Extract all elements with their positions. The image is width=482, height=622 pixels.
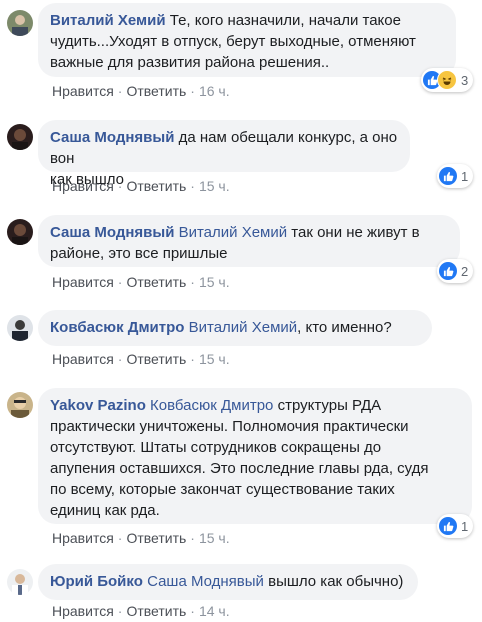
comment-author[interactable]: Ковбасюк Дмитро (50, 319, 184, 336)
like-icon (439, 167, 457, 185)
comment-text: по всему, которые закончат существование… (50, 481, 395, 498)
comment-bubble: Юрий Бойко Саша Моднявый вышло как обычн… (38, 564, 418, 600)
comment-timestamp[interactable]: 14 ч. (199, 603, 230, 619)
mention-link[interactable]: Ковбасюк Дмитро (150, 397, 273, 414)
comment-timestamp[interactable]: 15 ч. (199, 530, 230, 546)
avatar[interactable] (7, 392, 33, 418)
avatar[interactable] (7, 124, 33, 150)
separator: · (190, 351, 195, 367)
like-icon (439, 517, 457, 535)
comment-text: , кто именно? (297, 319, 392, 336)
separator: · (190, 178, 195, 194)
comment-author[interactable]: Yakov Pazino (50, 397, 146, 414)
comment-bubble: Виталий Хемий Те, кого назначили, начали… (38, 3, 456, 77)
comment-text: единиц как рда. (50, 502, 160, 519)
like-link[interactable]: Нравится (52, 530, 114, 546)
separator: · (117, 603, 123, 619)
separator: · (117, 351, 123, 367)
reply-link[interactable]: Ответить (126, 83, 186, 99)
comment-text: так они не живут в (291, 224, 420, 241)
comment-author[interactable]: Саша Моднявый (50, 129, 174, 146)
comment-bubble: Саша Моднявый да нам обещали конкурс, а … (38, 120, 410, 188)
comment-actions: Нравится · Ответить · 15 ч. (52, 351, 230, 367)
like-link[interactable]: Нравится (52, 603, 114, 619)
reaction-summary[interactable]: 3 (421, 68, 474, 92)
comment-timestamp[interactable]: 15 ч. (199, 274, 230, 290)
reaction-count: 2 (461, 263, 469, 279)
mention-link[interactable]: Виталий Хемий (189, 319, 298, 336)
reaction-summary[interactable]: 2 (437, 259, 474, 283)
separator: · (117, 83, 123, 99)
separator: · (117, 530, 123, 546)
separator: · (117, 178, 123, 194)
comment-timestamp[interactable]: 15 ч. (199, 351, 230, 367)
separator: · (190, 603, 195, 619)
reaction-count: 3 (461, 72, 469, 88)
like-link[interactable]: Нравится (52, 351, 114, 367)
comment-text: апупения оставшихся. Это последние главы… (50, 460, 429, 477)
separator: · (190, 274, 195, 290)
comment-bubble: Yakov Pazino Ковбасюк Дмитро структуры Р… (38, 388, 472, 524)
separator: · (117, 274, 123, 290)
comment-author[interactable]: Виталий Хемий (50, 12, 166, 29)
comment-text: практически уничтожены. Полномочия практ… (50, 418, 409, 435)
comment-text: Те, кого назначили, начали такое (169, 12, 401, 29)
like-icon (439, 262, 457, 280)
avatar[interactable] (7, 219, 33, 245)
separator: · (190, 530, 195, 546)
like-link[interactable]: Нравится (52, 83, 114, 99)
haha-icon (437, 70, 457, 90)
comment-author[interactable]: Юрий Бойко (50, 573, 143, 590)
reaction-summary[interactable]: 1 (437, 514, 474, 538)
mention-link[interactable]: Виталий Хемий (179, 224, 288, 241)
comment-actions: Нравится · Ответить · 15 ч. (52, 274, 230, 290)
comment-text: чудить...Уходят в отпуск, берут выходные… (50, 33, 416, 50)
comment-actions: Нравится · Ответить · 16 ч. (52, 83, 230, 99)
separator: · (190, 83, 195, 99)
comment-timestamp[interactable]: 16 ч. (199, 83, 230, 99)
comment-actions: Нравится · Ответить · 15 ч. (52, 530, 230, 546)
reaction-summary[interactable]: 1 (437, 164, 474, 188)
mention-link[interactable]: Саша Моднявый (147, 573, 264, 590)
comment-bubble: Ковбасюк Дмитро Виталий Хемий, кто именн… (38, 310, 432, 346)
comment-text: важные для развития района решения.. (50, 54, 330, 71)
reply-link[interactable]: Ответить (126, 530, 186, 546)
comment-timestamp[interactable]: 15 ч. (199, 178, 230, 194)
avatar[interactable] (7, 315, 33, 341)
reply-link[interactable]: Ответить (126, 351, 186, 367)
comment-actions: Нравится · Ответить · 14 ч. (52, 603, 230, 619)
comment-author[interactable]: Саша Моднявый (50, 224, 174, 241)
reply-link[interactable]: Ответить (126, 178, 186, 194)
avatar[interactable] (7, 569, 33, 595)
reply-link[interactable]: Ответить (126, 603, 186, 619)
comment-bubble: Саша Моднявый Виталий Хемий так они не ж… (38, 215, 460, 267)
avatar[interactable] (7, 10, 33, 36)
reply-link[interactable]: Ответить (126, 274, 186, 290)
comment-text: районе, это все пришлые (50, 245, 228, 262)
comment-text: структуры РДА (277, 397, 382, 414)
reaction-count: 1 (461, 518, 469, 534)
comment-text: вышло как обычно) (268, 573, 404, 590)
comment-actions: Нравится · Ответить · 15 ч. (52, 178, 230, 194)
like-link[interactable]: Нравится (52, 274, 114, 290)
reaction-count: 1 (461, 168, 469, 184)
like-link[interactable]: Нравится (52, 178, 114, 194)
comment-text: отсутствуют. Штаты сотрудников сокращены… (50, 439, 382, 456)
